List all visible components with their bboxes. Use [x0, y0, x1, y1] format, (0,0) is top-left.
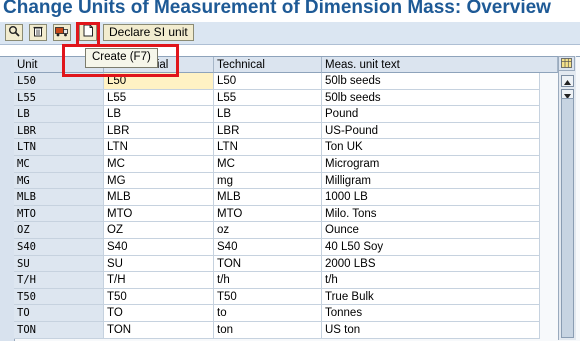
commercial-cell[interactable]: LBR [104, 122, 214, 140]
technical-cell[interactable]: ton [214, 322, 322, 339]
delete-button[interactable] [29, 24, 47, 41]
unit-cell[interactable]: MTO [14, 205, 104, 223]
commercial-cell[interactable]: T/H [104, 272, 214, 289]
meas-unit-text-cell[interactable]: 2000 LBS [322, 255, 540, 273]
commercial-cell[interactable]: MLB [104, 189, 214, 206]
meas-unit-text-cell[interactable]: 50lb seeds [322, 73, 540, 90]
details-icon [8, 24, 20, 42]
table-row[interactable]: LB LB LB Pound [0, 106, 540, 123]
unit-cell[interactable]: LB [14, 106, 104, 123]
technical-cell[interactable]: MC [214, 156, 322, 173]
unit-cell[interactable]: L55 [14, 89, 104, 107]
unit-cell[interactable]: MLB [14, 189, 104, 206]
technical-cell[interactable]: L50 [214, 73, 322, 90]
commercial-cell[interactable]: SU [104, 255, 214, 273]
meas-unit-text-cell[interactable]: Ounce [322, 222, 540, 239]
table-row[interactable]: OZ OZ oz Ounce [0, 222, 540, 239]
table-row[interactable]: TO TO to Tonnes [0, 305, 540, 322]
unit-cell[interactable]: TON [14, 322, 104, 339]
table-row[interactable]: T50 T50 T50 True Bulk [0, 288, 540, 306]
meas-unit-text-cell[interactable]: Pound [322, 106, 540, 123]
meas-unit-text-cell[interactable]: True Bulk [322, 288, 540, 306]
delete-icon [32, 24, 44, 42]
transport-button[interactable] [53, 24, 71, 41]
commercial-cell[interactable]: TO [104, 305, 214, 322]
technical-cell[interactable]: LB [214, 106, 322, 123]
commercial-cell[interactable]: S40 [104, 239, 214, 256]
vertical-scrollbar[interactable] [558, 56, 576, 340]
technical-cell[interactable]: T50 [214, 288, 322, 306]
table-row[interactable]: LBR LBR LBR US-Pound [0, 122, 540, 140]
technical-cell[interactable]: MTO [214, 205, 322, 223]
technical-cell[interactable]: to [214, 305, 322, 322]
unit-cell[interactable]: OZ [14, 222, 104, 239]
technical-cell[interactable]: S40 [214, 239, 322, 256]
declare-si-unit-button[interactable]: Declare SI unit [103, 24, 194, 41]
technical-cell[interactable]: TON [214, 255, 322, 273]
technical-cell[interactable]: t/h [214, 272, 322, 289]
unit-cell[interactable]: SU [14, 255, 104, 273]
unit-cell[interactable]: LBR [14, 122, 104, 140]
technical-cell[interactable]: MLB [214, 189, 322, 206]
table-settings-icon [561, 55, 572, 73]
meas-unit-text-cell[interactable]: t/h [322, 272, 540, 289]
meas-unit-text-cell[interactable]: Tonnes [322, 305, 540, 322]
unit-cell[interactable]: TO [14, 305, 104, 322]
table-row[interactable]: SU SU TON 2000 LBS [0, 255, 540, 273]
table-row[interactable]: MC MC MC Microgram [0, 156, 540, 173]
details-button[interactable] [5, 24, 23, 41]
commercial-cell[interactable]: LB [104, 106, 214, 123]
table-row[interactable]: MG MG mg Milligram [0, 172, 540, 190]
table-row[interactable]: S40 S40 S40 40 L50 Soy [0, 239, 540, 256]
technical-cell[interactable]: LBR [214, 122, 322, 140]
title-bar: Change Units of Measurement of Dimension… [0, 0, 580, 22]
commercial-cell[interactable]: MC [104, 156, 214, 173]
meas-unit-text-cell[interactable]: Microgram [322, 156, 540, 173]
table-row[interactable]: L55 L55 L55 50lb seeds [0, 89, 540, 107]
meas-unit-text-cell[interactable]: 40 L50 Soy [322, 239, 540, 256]
unit-cell[interactable]: S40 [14, 239, 104, 256]
commercial-cell[interactable]: T50 [104, 288, 214, 306]
meas-unit-text-cell[interactable]: 50lb seeds [322, 89, 540, 107]
commercial-cell[interactable]: MG [104, 172, 214, 190]
technical-cell[interactable]: LTN [214, 139, 322, 156]
scrollbar-thumb[interactable] [561, 98, 574, 338]
commercial-cell[interactable]: MTO [104, 205, 214, 223]
meas-unit-text-cell[interactable]: 1000 LB [322, 189, 540, 206]
unit-cell[interactable]: MG [14, 172, 104, 190]
table-row[interactable]: LTN LTN LTN Ton UK [0, 139, 540, 156]
callout-highlight-box [62, 44, 179, 77]
table-row[interactable]: MLB MLB MLB 1000 LB [0, 189, 540, 206]
commercial-cell[interactable]: L55 [104, 89, 214, 107]
meas-unit-text-cell[interactable]: Milo. Tons [322, 205, 540, 223]
commercial-cell[interactable]: TON [104, 322, 214, 339]
table-row[interactable]: MTO MTO MTO Milo. Tons [0, 205, 540, 223]
page-title: Change Units of Measurement of Dimension… [3, 0, 551, 18]
unit-cell[interactable]: T/H [14, 272, 104, 289]
transport-icon [55, 24, 69, 42]
technical-cell[interactable]: mg [214, 172, 322, 190]
meas-unit-text-cell[interactable]: Milligram [322, 172, 540, 190]
unit-cell[interactable]: MC [14, 156, 104, 173]
column-header-technical[interactable]: Technical [214, 57, 322, 73]
unit-cell[interactable]: LTN [14, 139, 104, 156]
table-settings-button[interactable] [558, 56, 575, 71]
table-row[interactable]: T/H T/H t/h t/h [0, 272, 540, 289]
commercial-cell[interactable]: LTN [104, 139, 214, 156]
technical-cell[interactable]: L55 [214, 89, 322, 107]
table-row[interactable]: TON TON ton US ton [0, 322, 540, 339]
commercial-cell[interactable]: OZ [104, 222, 214, 239]
meas-unit-text-cell[interactable]: US ton [322, 322, 540, 339]
units-table: Unit Commercial Technical Meas. unit tex… [0, 56, 580, 341]
technical-cell[interactable]: oz [214, 222, 322, 239]
meas-unit-text-cell[interactable]: Ton UK [322, 139, 540, 156]
column-header-meas-unit-text[interactable]: Meas. unit text [322, 57, 558, 73]
unit-cell[interactable]: T50 [14, 288, 104, 306]
meas-unit-text-cell[interactable]: US-Pound [322, 122, 540, 140]
